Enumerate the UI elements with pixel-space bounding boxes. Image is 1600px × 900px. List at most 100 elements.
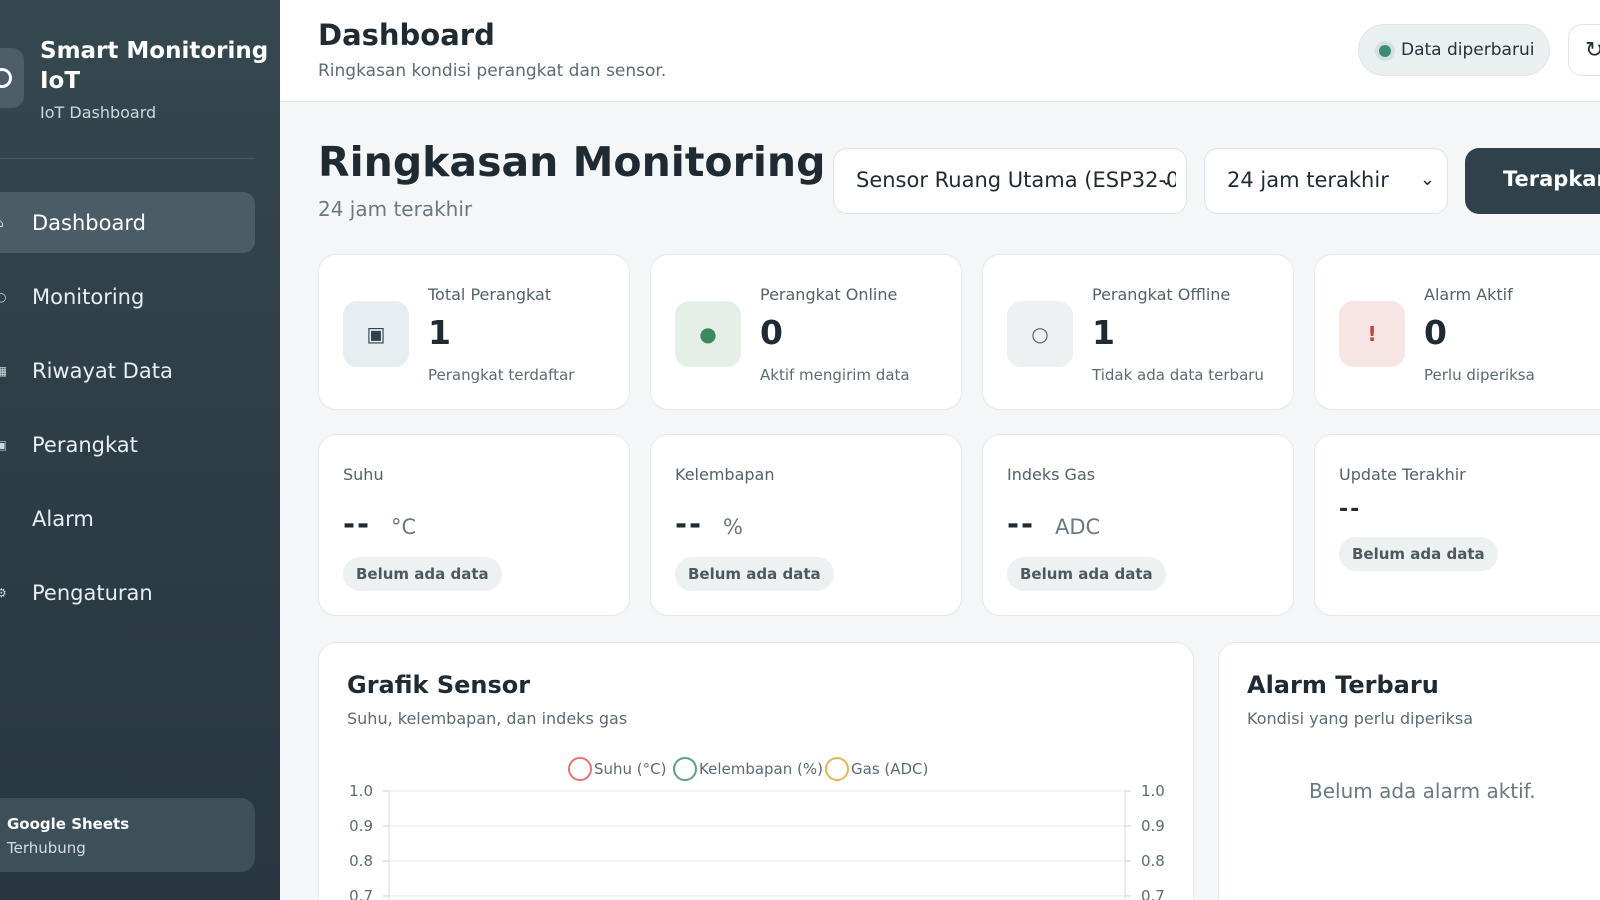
- sidebar-item-pengaturan[interactable]: ⚙ Pengaturan: [0, 562, 255, 623]
- sensor-label: Indeks Gas: [1007, 465, 1096, 484]
- y-tick-label-right: 0.8: [1141, 852, 1165, 870]
- apply-button[interactable]: Terapkan: [1465, 148, 1600, 214]
- stat-value: 1: [1092, 313, 1115, 352]
- sheets-connection-status: Terhubung: [7, 839, 86, 857]
- sensor-card-temperature: Suhu -- °C Belum ada data: [318, 434, 630, 616]
- sidebar-item-label: Riwayat Data: [32, 358, 173, 383]
- sidebar-item-label: Monitoring: [32, 284, 145, 309]
- y-tick-label-left: 0.8: [349, 852, 373, 870]
- gear-icon: ⚙: [0, 585, 6, 600]
- sensor-card-gas-index: Indeks Gas -- ADC Belum ada data: [982, 434, 1294, 616]
- table-icon: ▦: [0, 363, 6, 378]
- y-tick-label-right: 0.9: [1141, 817, 1165, 835]
- time-range-select-value: 24 jam terakhir: [1227, 168, 1389, 192]
- stat-value: 1: [428, 313, 451, 352]
- sensor-value: --: [343, 507, 372, 541]
- home-icon: ⌂: [0, 216, 6, 230]
- monitor-icon: ○: [0, 289, 6, 304]
- stat-card-active-alarms: ! Alarm Aktif 0 Perlu diperiksa: [1314, 254, 1600, 410]
- stat-card-online-devices: ● Perangkat Online 0 Aktif mengirim data: [650, 254, 962, 410]
- stat-note: Perlu diperiksa: [1424, 366, 1535, 384]
- sidebar: Smart Monitoring IoT IoT Dashboard ⌂ Das…: [0, 0, 280, 900]
- legend-label: Gas (ADC): [851, 760, 928, 778]
- status-text: Data diperbarui: [1401, 40, 1535, 60]
- brand-logo-icon: [0, 48, 24, 108]
- sidebar-nav: ⌂ Dashboard ○ Monitoring ▦ Riwayat Data …: [0, 192, 280, 636]
- sensor-label: Update Terakhir: [1339, 465, 1466, 484]
- y-tick-label-right: 1.0: [1141, 782, 1165, 800]
- stat-label: Alarm Aktif: [1424, 285, 1513, 304]
- sensor-card-last-update: Update Terakhir -- Belum ada data: [1314, 434, 1600, 616]
- sidebar-item-alarm[interactable]: ! Alarm: [0, 488, 255, 549]
- sensor-value: --: [675, 507, 704, 541]
- stat-card-offline-devices: ○ Perangkat Offline 1 Tidak ada data ter…: [982, 254, 1294, 410]
- brand: Smart Monitoring IoT IoT Dashboard: [0, 28, 280, 138]
- sidebar-item-label: Dashboard: [32, 210, 146, 235]
- apply-button-label: Terapkan: [1503, 167, 1600, 191]
- status-dot-icon: [1379, 45, 1391, 57]
- recent-alarms-panel: Alarm Terbaru Kondisi yang perlu diperik…: [1218, 642, 1600, 900]
- status-badge: Belum ada data: [343, 557, 502, 591]
- alarm-panel-title: Alarm Terbaru: [1247, 671, 1439, 699]
- sensor-card-humidity: Kelembapan -- % Belum ada data: [650, 434, 962, 616]
- legend-label: Suhu (°C): [594, 760, 667, 778]
- chevron-down-icon: ⌄: [1419, 169, 1435, 190]
- sensor-value: --: [1007, 507, 1036, 541]
- stat-label: Perangkat Online: [760, 285, 898, 304]
- sidebar-item-label: Perangkat: [32, 432, 138, 457]
- sheets-title: Google Sheets: [7, 815, 130, 833]
- status-badge: Belum ada data: [1339, 537, 1498, 571]
- legend-swatch[interactable]: [673, 757, 697, 781]
- exclamation-icon: !: [1339, 301, 1405, 367]
- sidebar-item-dashboard[interactable]: ⌂ Dashboard: [0, 192, 255, 253]
- refresh-button[interactable]: ↻: [1568, 24, 1600, 76]
- alarm-empty-message: Belum ada alarm aktif.: [1309, 779, 1536, 803]
- sensor-unit: ADC: [1055, 515, 1101, 539]
- status-badge: Belum ada data: [1007, 557, 1166, 591]
- stat-note: Tidak ada data terbaru: [1092, 366, 1264, 384]
- refresh-icon: ↻: [1585, 37, 1600, 62]
- sensor-label: Kelembapan: [675, 465, 775, 484]
- sensor-select[interactable]: Sensor Ruang Utama (ESP32-01) ⌄: [833, 148, 1187, 214]
- legend-label: Kelembapan (%): [699, 760, 823, 778]
- status-badge: Belum ada data: [675, 557, 834, 591]
- sensor-label: Suhu: [343, 465, 384, 484]
- offline-circle-icon: ○: [1007, 301, 1073, 367]
- sensor-unit: %: [723, 515, 743, 539]
- page-subtitle: Ringkasan kondisi perangkat dan sensor.: [318, 61, 667, 81]
- chip-icon: ▣: [343, 301, 409, 367]
- sensor-select-value: Sensor Ruang Utama (ESP32-01): [856, 168, 1176, 192]
- sidebar-item-perangkat[interactable]: ▣ Perangkat: [0, 414, 255, 475]
- sidebar-item-riwayat-data[interactable]: ▦ Riwayat Data: [0, 340, 255, 401]
- stat-value: 0: [1424, 313, 1447, 352]
- alarm-icon: !: [0, 512, 6, 526]
- y-tick-label-left: 0.7: [349, 887, 373, 900]
- stat-label: Perangkat Offline: [1092, 285, 1231, 304]
- sidebar-item-monitoring[interactable]: ○ Monitoring: [0, 266, 255, 327]
- online-dot-icon: ●: [675, 301, 741, 367]
- chevron-down-icon: ⌄: [1158, 169, 1174, 190]
- stat-note: Perangkat terdaftar: [428, 366, 575, 384]
- time-range-select[interactable]: 24 jam terakhir ⌄: [1204, 148, 1448, 214]
- legend-swatch[interactable]: [825, 757, 849, 781]
- device-icon: ▣: [0, 437, 6, 452]
- stat-card-total-devices: ▣ Total Perangkat 1 Perangkat terdaftar: [318, 254, 630, 410]
- page-title: Dashboard: [318, 18, 495, 52]
- y-tick-label-left: 0.9: [349, 817, 373, 835]
- google-sheets-status: Google Sheets Terhubung: [0, 798, 255, 872]
- brand-title: Smart Monitoring IoT: [40, 38, 269, 94]
- stat-label: Total Perangkat: [428, 285, 552, 304]
- legend-swatch[interactable]: [568, 757, 592, 781]
- stat-value: 0: [760, 313, 783, 352]
- sensor-value: --: [1339, 497, 1362, 522]
- data-status-badge: Data diperbarui: [1358, 24, 1550, 76]
- stat-note: Aktif mengirim data: [760, 366, 910, 384]
- brand-subtitle: IoT Dashboard: [40, 103, 157, 122]
- y-tick-label-left: 1.0: [349, 782, 373, 800]
- sidebar-item-label: Alarm: [32, 506, 94, 531]
- sensor-line-chart: Suhu (°C) Kelembapan (%) Gas (ADC) 1.0 1.0 0.…: [349, 757, 1165, 900]
- sensor-chart-panel: Grafik Sensor Suhu, kelembapan, dan inde…: [318, 642, 1194, 900]
- summary-title: Ringkasan Monitoring: [318, 138, 826, 186]
- alarm-panel-subtitle: Kondisi yang perlu diperiksa: [1247, 709, 1474, 728]
- summary-subtitle: 24 jam terakhir: [318, 197, 473, 221]
